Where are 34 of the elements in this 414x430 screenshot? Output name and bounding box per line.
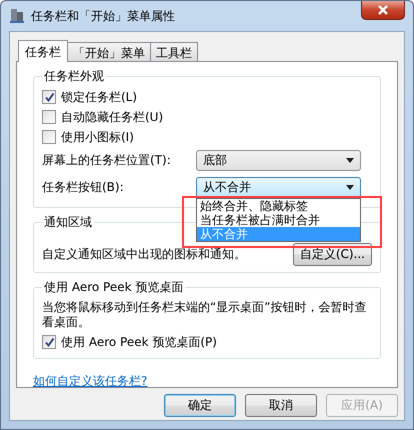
- checkbox-label: 使用小图标(I): [61, 128, 134, 146]
- help-link[interactable]: 如何自定义该任务栏?: [33, 374, 148, 388]
- check-icon: [44, 92, 54, 102]
- checkbox-label: 锁定任务栏(L): [61, 88, 138, 106]
- close-icon: [377, 5, 389, 15]
- dropdown[interactable]: 从不合并: [196, 177, 361, 198]
- description-text: 当您将鼠标移动到任务栏末端的“显示桌面”按钮时，会暂时查看桌面。: [42, 300, 368, 330]
- customize-button[interactable]: 自定义(C)...: [292, 243, 372, 266]
- group-title: 任务栏外观: [43, 68, 105, 85]
- tab[interactable]: 任务栏: [18, 40, 68, 62]
- caret-icon: [346, 158, 354, 163]
- close-button[interactable]: [361, 1, 405, 20]
- description-text: 自定义通知区域中出现的图标和通知。: [42, 246, 246, 263]
- checkbox-label: 自动隐藏任务栏(U): [61, 108, 164, 126]
- checkbox[interactable]: [42, 90, 56, 104]
- dialog-button[interactable]: 确定: [164, 394, 236, 417]
- dropdown-option[interactable]: 当任务栏被占满时合并: [197, 213, 360, 227]
- checkbox[interactable]: [42, 335, 56, 349]
- field-label: 任务栏按钮(B):: [42, 179, 125, 196]
- check-icon: [44, 336, 54, 348]
- taskbar-icon: [9, 8, 25, 24]
- checkbox[interactable]: [42, 110, 56, 124]
- group-title: 通知区域: [43, 214, 93, 231]
- checkbox-label: 使用 Aero Peek 预览桌面(P): [61, 334, 217, 350]
- dropdown-option[interactable]: 始终合并、隐藏标签: [197, 199, 360, 213]
- field-label: 屏幕上的任务栏位置(T):: [42, 152, 172, 169]
- caret-icon: [346, 185, 354, 190]
- checkbox[interactable]: [42, 130, 56, 144]
- group-title: 使用 Aero Peek 预览桌面: [43, 279, 184, 296]
- dialog-button[interactable]: 取消: [245, 394, 317, 417]
- dropdown[interactable]: 底部: [196, 150, 361, 171]
- tab[interactable]: 工具栏: [150, 42, 198, 61]
- tab[interactable]: 「开始」菜单: [67, 42, 151, 61]
- window-title: 任务栏和「开始」菜单属性: [31, 8, 175, 24]
